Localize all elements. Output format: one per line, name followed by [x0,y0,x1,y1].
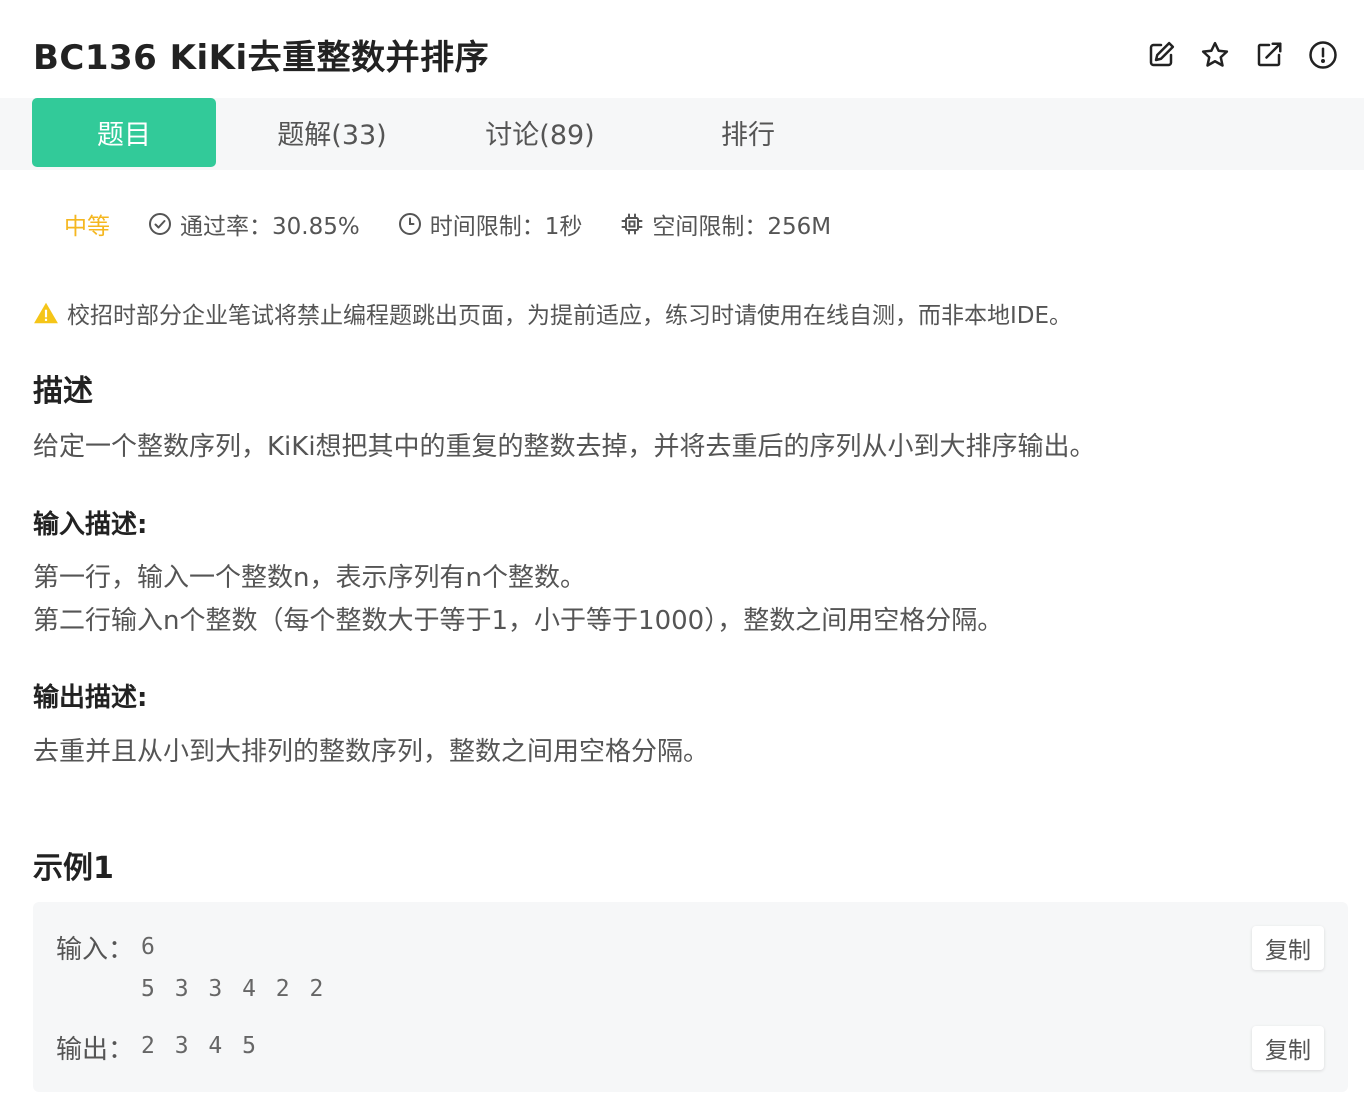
warning-icon [34,302,58,324]
problem-meta: 中等 通过率：30.85% 时间限制：1秒 空间限制：256M [64,205,869,243]
tab-problem[interactable]: 题目 [32,98,216,167]
example-output-value[interactable]: 2 3 4 5 [141,1025,259,1067]
description-text: 给定一个整数序列，KiKi想把其中的重复的整数去掉，并将去重后的序列从小到大排序… [33,432,1096,462]
edit-icon[interactable] [1144,38,1178,72]
exam-warning: 校招时部分企业笔试将禁止编程题跳出页面，为提前适应，练习时请使用在线自测，而非本… [33,296,1072,330]
time-limit-text: 时间限制：1秒 [429,214,583,240]
difficulty-badge: 中等 [64,214,110,240]
memory-limit: 空间限制：256M [620,207,831,241]
page-title: BC136 KiKi去重整数并排序 [33,38,490,78]
example-input-label: 输入： [56,935,135,965]
tab-discussion[interactable]: 讨论(89) [440,98,640,167]
output-desc-heading: 输出描述: [33,683,148,713]
input-desc-line: 第一行，输入一个整数n，表示序列有n个整数。 [33,563,586,593]
pass-rate-text: 通过率：30.85% [180,214,360,240]
description-heading: 描述 [33,374,93,409]
warning-text: 校招时部分企业笔试将禁止编程题跳出页面，为提前适应，练习时请使用在线自测，而非本… [67,303,1073,329]
tab-ranking[interactable]: 排行 [648,98,848,167]
memory-limit-text: 空间限制：256M [652,214,832,240]
example-output-label: 输出： [56,1035,135,1065]
copy-input-button[interactable]: 复制 [1252,926,1324,970]
example-box: 输入： 6 5 3 3 4 2 2 复制 输出： 2 3 4 5 复制 [33,902,1348,1092]
report-icon[interactable] [1306,38,1340,72]
copy-output-button[interactable]: 复制 [1252,1026,1324,1070]
time-limit: 时间限制：1秒 [398,207,583,241]
output-desc-text: 去重并且从小到大排列的整数序列，整数之间用空格分隔。 [33,737,710,767]
tab-solutions[interactable]: 题解(33) [232,98,432,167]
star-icon[interactable] [1198,38,1232,72]
pass-rate: 通过率：30.85% [148,207,360,241]
clock-icon [398,213,421,235]
problem-tabs: 题目 题解(33) 讨论(89) 排行 [0,98,1364,170]
chip-icon [621,213,643,235]
example-heading: 示例1 [33,851,114,886]
open-external-icon[interactable] [1252,38,1286,72]
problem-header: BC136 KiKi去重整数并排序 [0,0,1364,98]
header-actions [1144,38,1340,72]
input-desc-line: 第二行输入n个整数（每个整数大于等于1，小于等于1000），整数之间用空格分隔。 [33,606,1004,636]
input-desc-heading: 输入描述: [33,510,148,540]
check-circle-icon [149,213,171,235]
example-input-value[interactable]: 6 5 3 3 4 2 2 [141,926,326,1010]
